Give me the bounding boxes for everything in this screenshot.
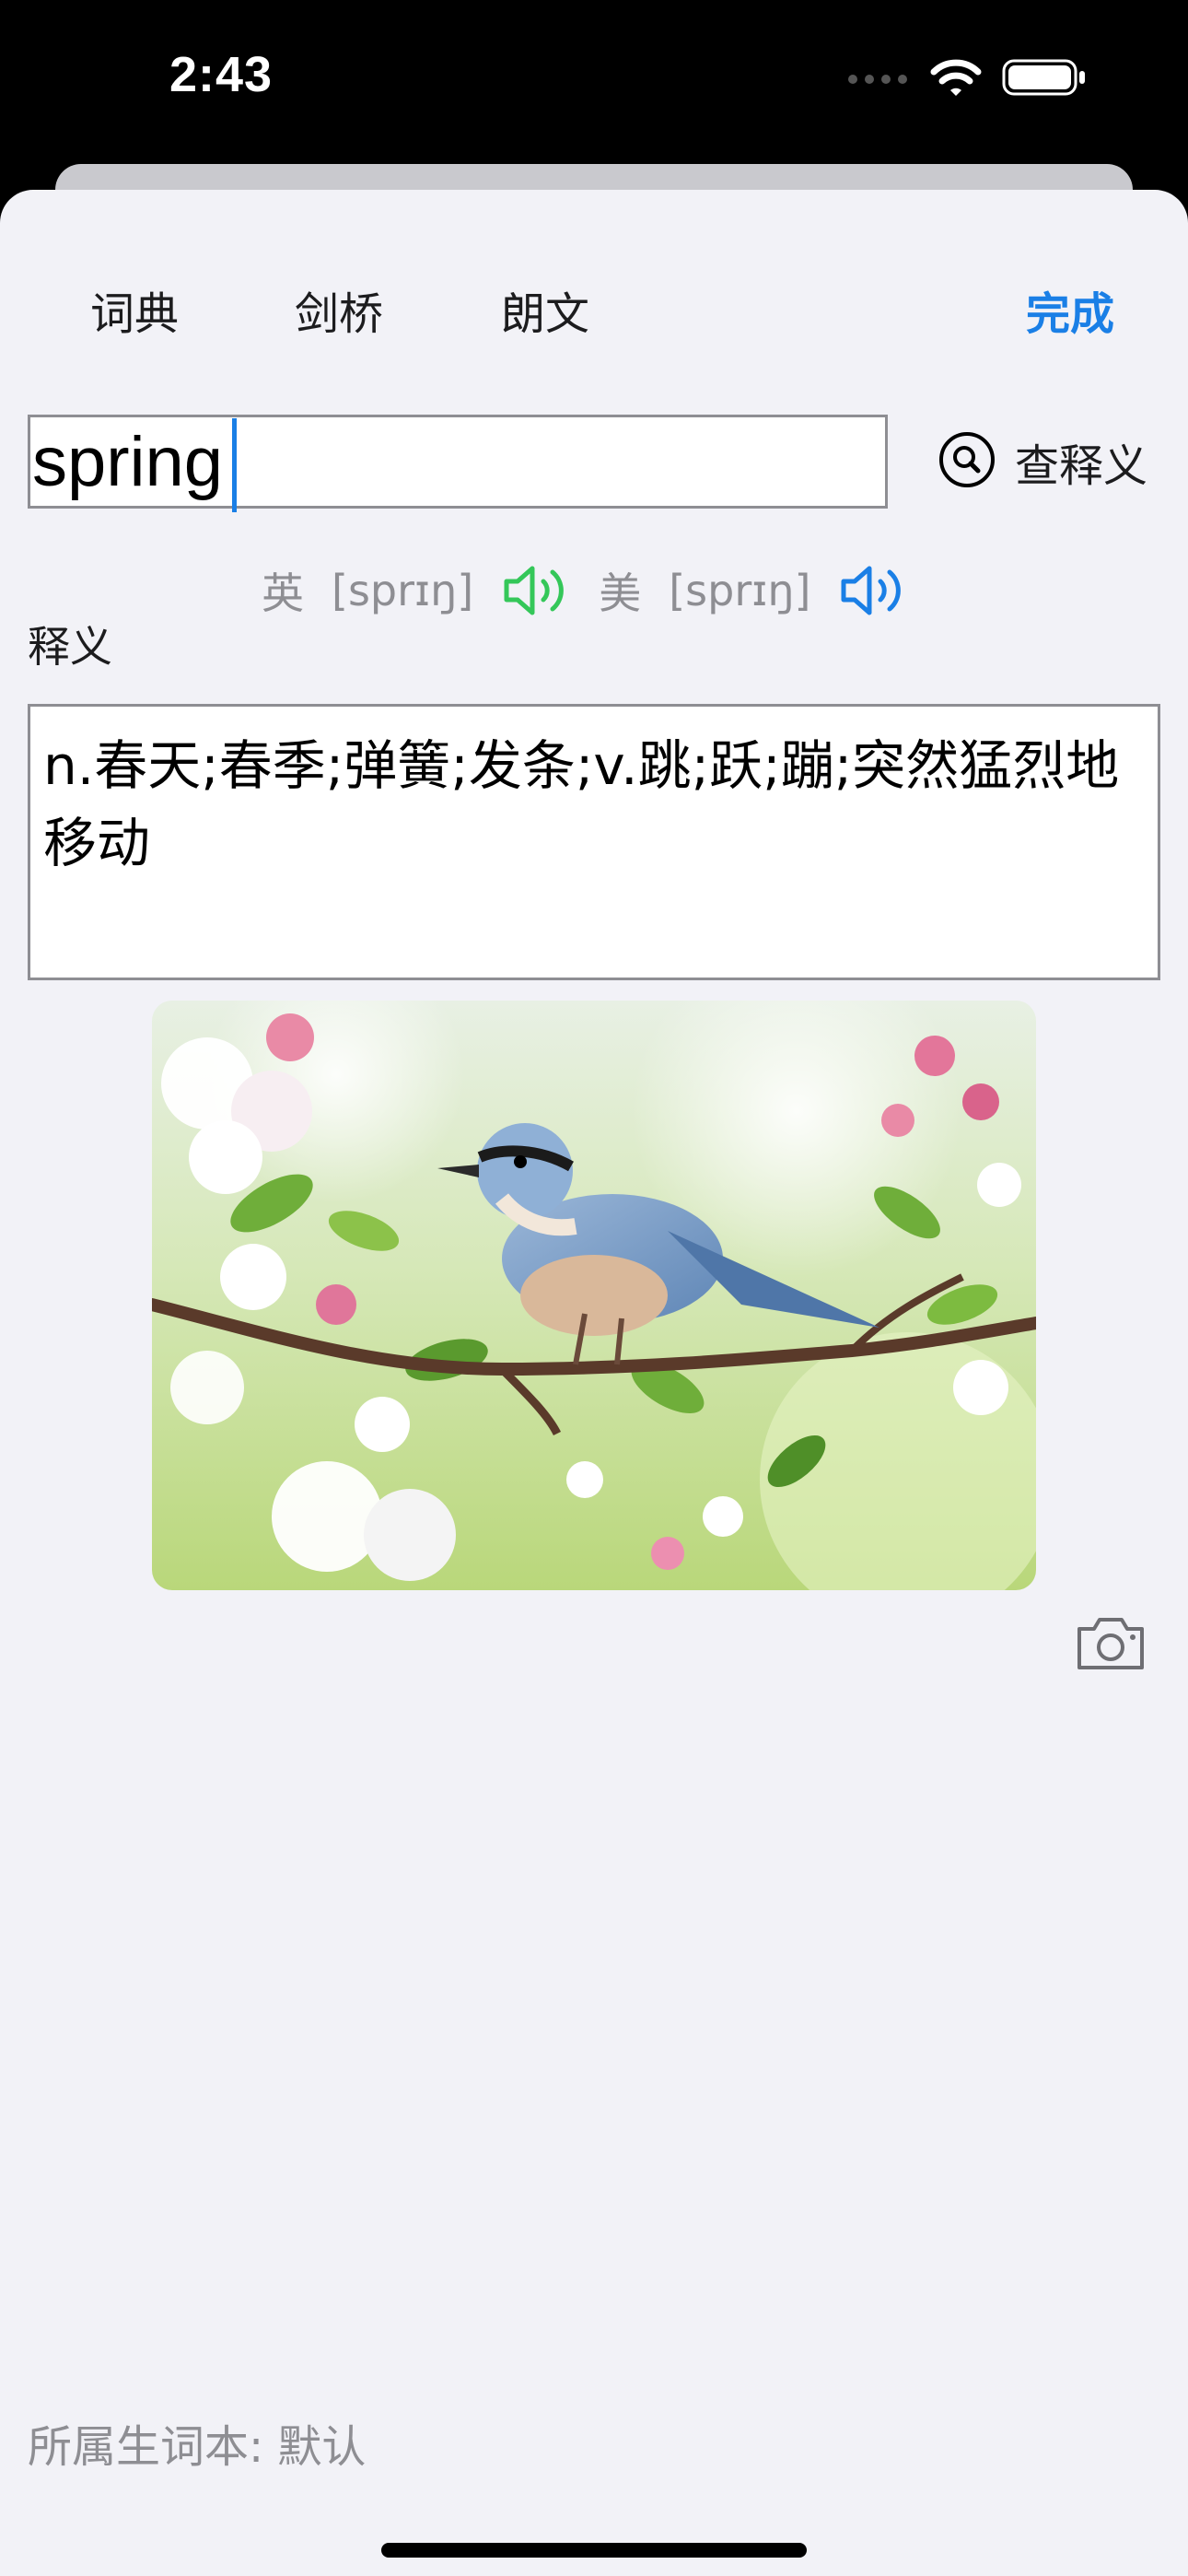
tab-cambridge[interactable]: 剑桥 [295,273,383,356]
definition-textarea[interactable]: n.春天;春季;弹簧;发条;v.跳;跃;蹦;突然猛烈地移动 [28,704,1160,980]
us-speaker-icon[interactable] [838,563,908,618]
us-ipa: [sprɪŋ] [669,566,811,615]
definition-label: 释义 [28,622,112,672]
camera-icon[interactable] [1074,1614,1147,1677]
uk-speaker-icon[interactable] [501,563,571,618]
word-image[interactable] [152,1001,1036,1590]
text-caret [232,418,237,512]
search-row: 查释义 [28,415,1170,512]
vocab-book-label[interactable]: 所属生词本: 默认 [28,2410,366,2475]
signal-icon [845,68,910,90]
status-time: 2:43 [169,47,274,102]
word-input[interactable] [28,415,888,509]
word-edit-sheet: 词典 剑桥 朗文 完成 查释义 英 [sprɪŋ] [0,190,1188,2576]
status-bar: 2:43 [0,0,1188,166]
uk-label: 英 [262,568,304,618]
pronunciation-row: 英 [sprɪŋ] 美 [sprɪŋ] [262,549,936,632]
done-button[interactable]: 完成 [1026,273,1114,356]
tab-dictionary[interactable]: 词典 [90,273,179,356]
definition-text: n.春天;春季;弹簧;发条;v.跳;跃;蹦;突然猛烈地移动 [43,734,1120,874]
magnifier-circle-icon [938,430,996,493]
status-icons [845,57,1087,101]
dictionary-tab-bar: 词典 剑桥 朗文 完成 [0,273,1188,356]
lookup-label: 查释义 [1015,440,1148,492]
uk-ipa: [sprɪŋ] [332,566,474,615]
wifi-icon [930,57,982,101]
battery-icon [1002,57,1087,101]
home-indicator[interactable] [381,2543,807,2558]
us-label: 美 [599,568,642,618]
tab-longman[interactable]: 朗文 [501,273,589,356]
lookup-definition-button[interactable]: 查释义 [938,415,1147,509]
